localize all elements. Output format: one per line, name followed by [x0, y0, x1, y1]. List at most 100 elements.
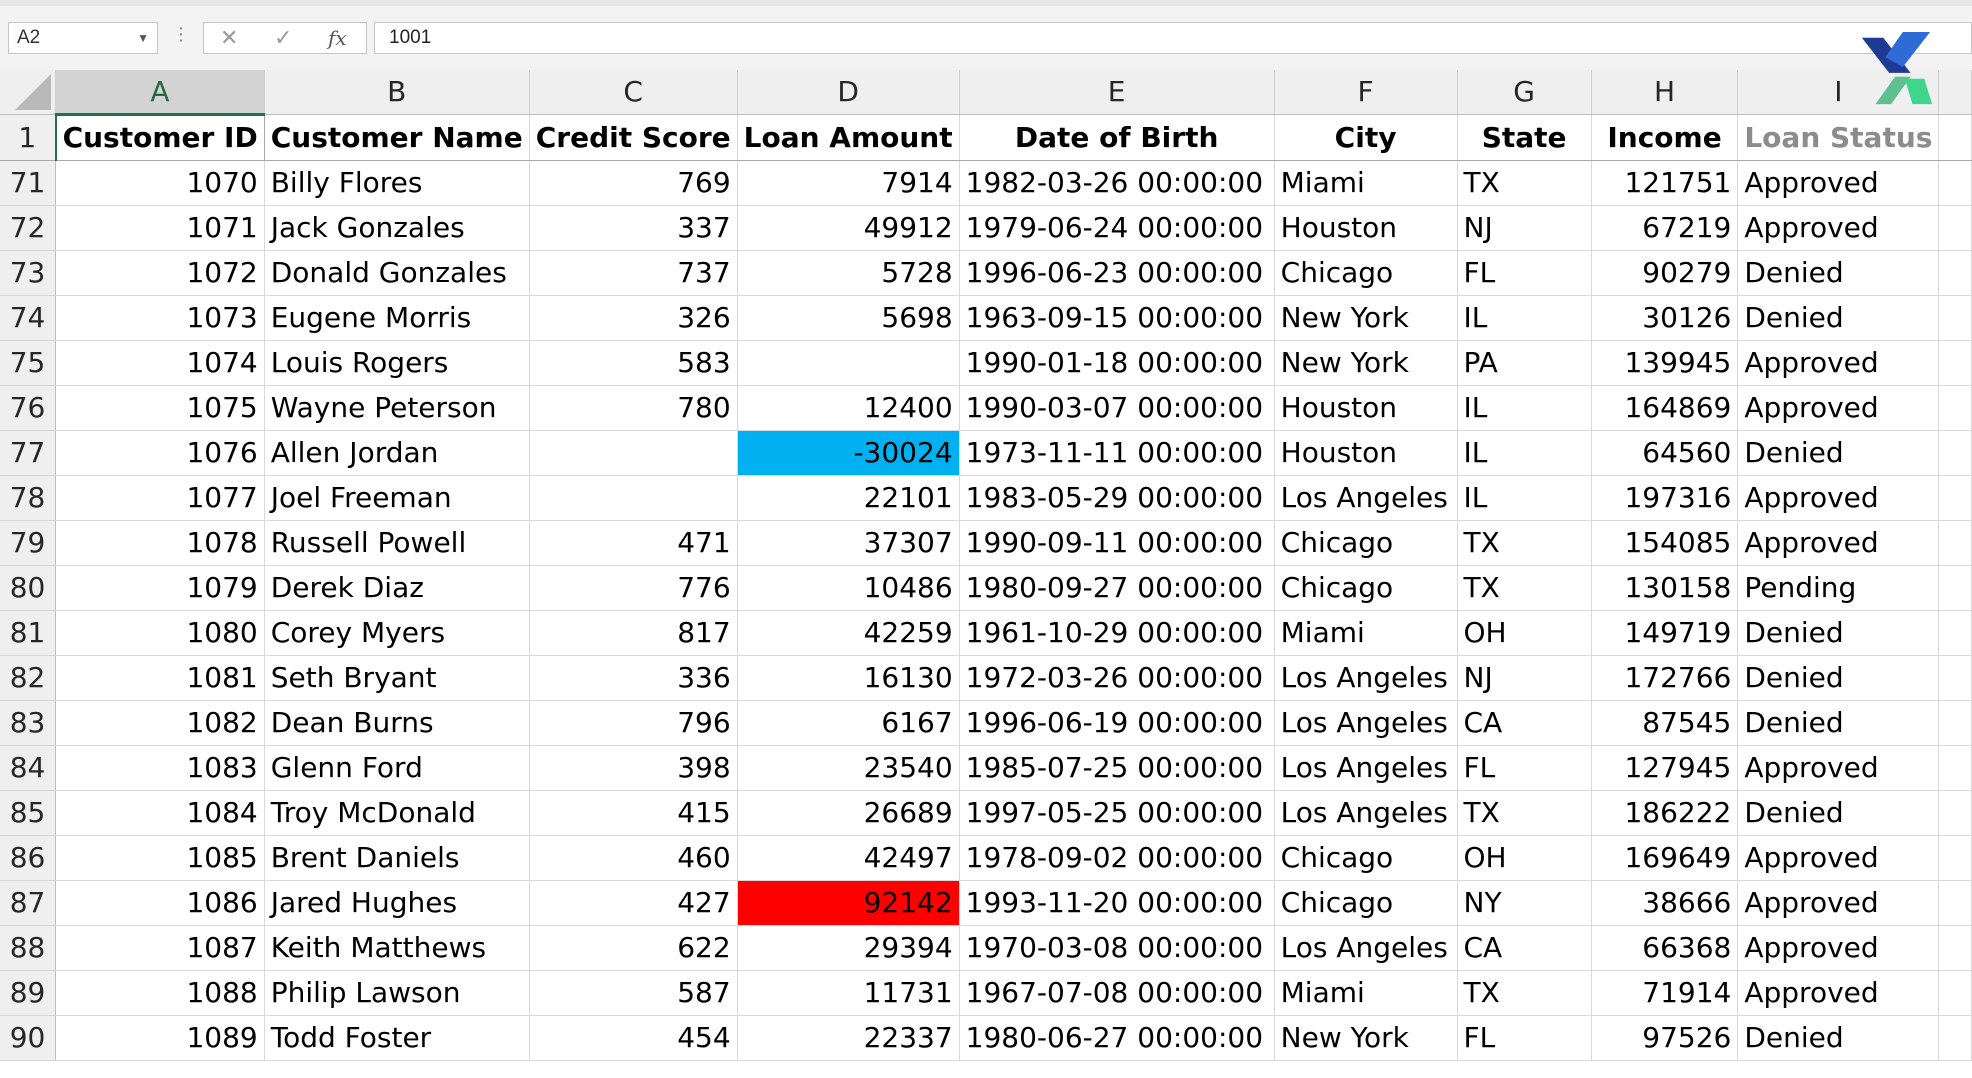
- cell[interactable]: 1993-11-20 00:00:00: [959, 880, 1275, 926]
- header-cell[interactable]: Customer ID: [54, 114, 265, 161]
- cell[interactable]: Chicago: [1274, 520, 1458, 566]
- cell[interactable]: 169649: [1591, 835, 1739, 881]
- cell[interactable]: Pending: [1737, 565, 1940, 611]
- column-header-b[interactable]: B: [264, 70, 530, 115]
- cell[interactable]: 23540: [737, 745, 960, 791]
- empty-cell[interactable]: [1938, 250, 1972, 296]
- cell[interactable]: 1084: [55, 790, 265, 836]
- cell[interactable]: Los Angeles: [1274, 745, 1458, 791]
- cell[interactable]: Allen Jordan: [264, 430, 530, 476]
- cell[interactable]: 587: [529, 970, 738, 1016]
- row-header[interactable]: 83: [0, 700, 57, 746]
- header-cell[interactable]: Customer Name: [264, 114, 530, 161]
- cell[interactable]: 1961-10-29 00:00:00: [959, 610, 1275, 656]
- empty-cell[interactable]: [1938, 430, 1972, 476]
- cell[interactable]: 87545: [1591, 700, 1739, 746]
- row-header[interactable]: 80: [0, 565, 57, 611]
- cell[interactable]: 29394: [737, 925, 960, 971]
- cell[interactable]: Los Angeles: [1274, 700, 1458, 746]
- cell[interactable]: 1990-01-18 00:00:00: [959, 340, 1275, 386]
- empty-cell[interactable]: [1938, 610, 1972, 656]
- cell[interactable]: 622: [529, 925, 738, 971]
- cell[interactable]: 1979-06-24 00:00:00: [959, 205, 1275, 251]
- cell[interactable]: 460: [529, 835, 738, 881]
- row-header[interactable]: 76: [0, 385, 57, 431]
- cell[interactable]: Denied: [1737, 430, 1940, 476]
- cell[interactable]: 1972-03-26 00:00:00: [959, 655, 1275, 701]
- header-cell[interactable]: Date of Birth: [959, 114, 1275, 161]
- row-header[interactable]: 79: [0, 520, 57, 566]
- cell[interactable]: 197316: [1591, 475, 1739, 521]
- cell[interactable]: Chicago: [1274, 565, 1458, 611]
- cell[interactable]: Approved: [1737, 745, 1940, 791]
- cell[interactable]: Approved: [1737, 205, 1940, 251]
- cell[interactable]: 12400: [737, 385, 960, 431]
- cell[interactable]: 1990-03-07 00:00:00: [959, 385, 1275, 431]
- cell[interactable]: 22101: [737, 475, 960, 521]
- row-header[interactable]: 86: [0, 835, 57, 881]
- cell[interactable]: 1083: [55, 745, 265, 791]
- empty-cell[interactable]: [1938, 295, 1972, 341]
- column-header-f[interactable]: F: [1274, 70, 1458, 115]
- cell[interactable]: Jared Hughes: [264, 880, 530, 926]
- cell[interactable]: FL: [1457, 1015, 1592, 1061]
- cell[interactable]: 1086: [55, 880, 265, 926]
- cell[interactable]: 38666: [1591, 880, 1739, 926]
- empty-cell[interactable]: [1938, 970, 1972, 1016]
- cell[interactable]: Chicago: [1274, 250, 1458, 296]
- cell[interactable]: [529, 475, 738, 521]
- cell[interactable]: 1077: [55, 475, 265, 521]
- cell[interactable]: Miami: [1274, 610, 1458, 656]
- cell[interactable]: Derek Diaz: [264, 565, 530, 611]
- cell[interactable]: 42259: [737, 610, 960, 656]
- cell[interactable]: 817: [529, 610, 738, 656]
- cell[interactable]: 49912: [737, 205, 960, 251]
- column-header-e[interactable]: E: [959, 70, 1275, 115]
- cell[interactable]: 1078: [55, 520, 265, 566]
- cell[interactable]: 1070: [55, 160, 265, 206]
- cell[interactable]: Approved: [1737, 475, 1940, 521]
- cell[interactable]: 1080: [55, 610, 265, 656]
- cell[interactable]: FL: [1457, 745, 1592, 791]
- cell[interactable]: NY: [1457, 880, 1592, 926]
- cell[interactable]: 121751: [1591, 160, 1739, 206]
- cell[interactable]: 42497: [737, 835, 960, 881]
- cell[interactable]: 139945: [1591, 340, 1739, 386]
- cell[interactable]: Approved: [1737, 835, 1940, 881]
- cell[interactable]: Louis Rogers: [264, 340, 530, 386]
- cell[interactable]: Approved: [1737, 970, 1940, 1016]
- cell[interactable]: 1985-07-25 00:00:00: [959, 745, 1275, 791]
- cell[interactable]: New York: [1274, 340, 1458, 386]
- cell[interactable]: 11731: [737, 970, 960, 1016]
- cell[interactable]: [529, 430, 738, 476]
- select-all-button[interactable]: [0, 70, 57, 115]
- cell[interactable]: Approved: [1737, 880, 1940, 926]
- row-header[interactable]: 71: [0, 160, 57, 206]
- cell[interactable]: Todd Foster: [264, 1015, 530, 1061]
- header-cell[interactable]: Income: [1591, 114, 1739, 161]
- cell[interactable]: Approved: [1737, 385, 1940, 431]
- cell[interactable]: TX: [1457, 160, 1592, 206]
- empty-cell[interactable]: [1938, 925, 1972, 971]
- cell[interactable]: New York: [1274, 295, 1458, 341]
- cell[interactable]: Houston: [1274, 430, 1458, 476]
- row-header[interactable]: 81: [0, 610, 57, 656]
- cell[interactable]: 30126: [1591, 295, 1739, 341]
- empty-cell[interactable]: [1938, 520, 1972, 566]
- cell[interactable]: Approved: [1737, 340, 1940, 386]
- header-cell[interactable]: Loan Amount: [737, 114, 960, 161]
- cell[interactable]: 1997-05-25 00:00:00: [959, 790, 1275, 836]
- row-header[interactable]: 87: [0, 880, 57, 926]
- cell[interactable]: 66368: [1591, 925, 1739, 971]
- cell[interactable]: 336: [529, 655, 738, 701]
- cell[interactable]: 16130: [737, 655, 960, 701]
- empty-cell[interactable]: [1938, 700, 1972, 746]
- name-box[interactable]: A2 ▼: [8, 22, 158, 54]
- cell[interactable]: 1982-03-26 00:00:00: [959, 160, 1275, 206]
- cell[interactable]: 769: [529, 160, 738, 206]
- empty-cell[interactable]: [1938, 790, 1972, 836]
- cell[interactable]: 1973-11-11 00:00:00: [959, 430, 1275, 476]
- cell[interactable]: 130158: [1591, 565, 1739, 611]
- cell[interactable]: 1980-06-27 00:00:00: [959, 1015, 1275, 1061]
- cell[interactable]: Los Angeles: [1274, 655, 1458, 701]
